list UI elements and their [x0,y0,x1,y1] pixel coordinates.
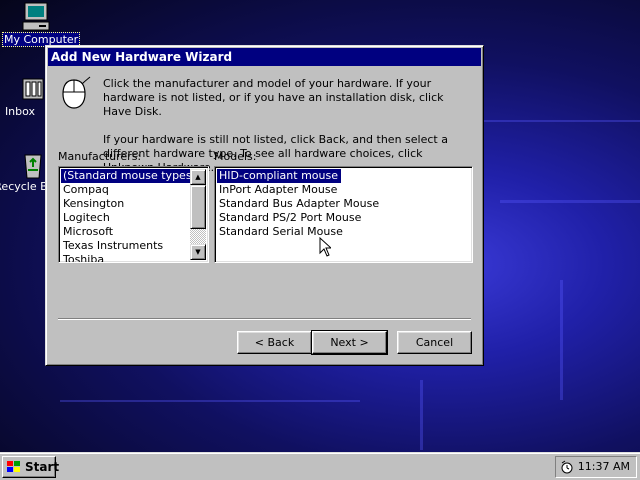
desktop-icon-label: Inbox [4,105,36,118]
list-item-model[interactable]: InPort Adapter Mouse [217,183,470,197]
wallpaper-streak [560,280,563,400]
taskbar: Start 11:37 AM [0,452,640,480]
models-label: Models: [214,150,257,163]
list-item-manufacturer[interactable]: (Standard mouse types) [61,169,199,183]
next-button[interactable]: Next > [311,330,388,355]
scroll-down-button[interactable]: ▼ [190,244,206,260]
desktop-icon-my-computer[interactable]: My Computer [2,2,81,47]
list-item-model[interactable]: Standard Serial Mouse [217,225,470,239]
instructions-paragraph-1: Click the manufacturer and model of your… [103,77,444,118]
mouse-icon [56,76,92,112]
wallpaper-streak [500,200,640,203]
clock[interactable]: 11:37 AM [578,457,630,477]
list-item-manufacturer[interactable]: Toshiba [61,253,206,262]
list-item-manufacturer[interactable]: Logitech [61,211,206,225]
manufacturers-label: Manufacturers: [58,150,142,163]
list-item-manufacturer[interactable]: Compaq [61,183,206,197]
mouse-pointer-icon [319,236,333,257]
list-item-manufacturer[interactable]: Microsoft [61,225,206,239]
wallpaper-streak [420,380,423,450]
scroll-thumb[interactable] [190,185,206,229]
wallpaper-streak [60,400,360,402]
list-item-manufacturer[interactable]: Kensington [61,197,206,211]
manufacturers-scrollbar[interactable]: ▲ ▼ [190,169,206,260]
windows-logo-icon [6,460,22,474]
list-item-model[interactable]: HID-compliant mouse [217,169,341,183]
add-new-hardware-wizard-dialog: Add New Hardware Wizard Click the manufa… [45,45,484,366]
dialog-separator [58,318,471,320]
start-button[interactable]: Start [2,456,60,478]
manufacturers-listbox[interactable]: (Standard mouse types) Compaq Kensington… [58,166,209,263]
start-label: Start [25,460,60,474]
back-button[interactable]: < Back [237,331,312,354]
dialog-titlebar[interactable]: Add New Hardware Wizard [48,48,481,66]
cancel-button[interactable]: Cancel [397,331,472,354]
scroll-up-button[interactable]: ▲ [190,169,206,185]
list-item-manufacturer[interactable]: Texas Instruments [61,239,206,253]
wallpaper-streak [480,120,640,122]
dialog-title: Add New Hardware Wizard [51,50,233,64]
computer-icon [21,2,53,31]
models-listbox[interactable]: HID-compliant mouse InPort Adapter Mouse… [214,166,473,263]
list-item-model[interactable]: Standard PS/2 Port Mouse [217,211,470,225]
hardware-wizard-tray-icon[interactable] [559,459,575,475]
list-item-model[interactable]: Standard Bus Adapter Mouse [217,197,470,211]
system-tray: 11:37 AM [555,456,637,478]
